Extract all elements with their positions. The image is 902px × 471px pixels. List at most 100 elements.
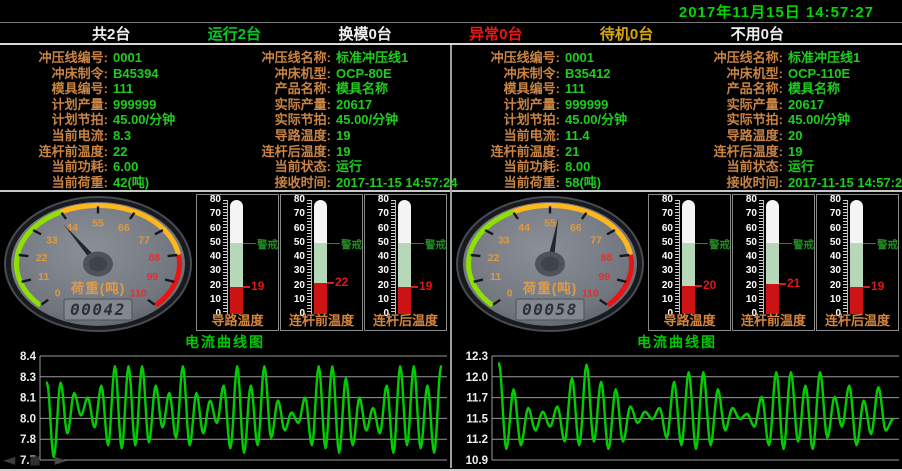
info-label: 计划产量:: [0, 97, 108, 113]
current-curve-chart: 电流曲线图 12.312.011.711.511.210.9: [452, 334, 902, 470]
warn-label: 警戒: [709, 237, 730, 252]
thermo-tick-strip: [759, 200, 764, 314]
chart-scroll-controls: ◄ ■ ►: [3, 453, 67, 467]
thermometer-panel: 80706050403020100警戒19连杆后温度: [816, 194, 899, 331]
info-value: 999999: [108, 97, 225, 113]
warn-line: [779, 243, 792, 244]
thermo-scale-label: 40: [294, 252, 305, 262]
info-value: OCP-80E: [331, 66, 457, 82]
info-value: 0001: [108, 50, 225, 66]
gauge-tick: [19, 255, 29, 256]
thermo-scale-label: 60: [662, 224, 673, 234]
thermo-scale-label: 60: [210, 224, 221, 234]
meters-row: 0112233445566778899110 荷重(吨) 00058 80706…: [452, 192, 902, 334]
gauge-unit-label: 荷重(吨): [522, 280, 578, 296]
gauge-tick-label: 44: [518, 222, 530, 234]
thermo-scale-label: 70: [378, 209, 389, 219]
info-label: 连杆前温度:: [0, 144, 108, 160]
chart-scroll-right-icon[interactable]: ►: [55, 453, 67, 467]
thermo-scale-label: 60: [830, 224, 841, 234]
info-label: 连杆后温度:: [225, 144, 331, 160]
gauge-tick-label: 77: [590, 234, 602, 246]
gauge-tick-label: 88: [600, 252, 612, 264]
thermo-scale-label: 20: [746, 281, 757, 291]
status-item-2: 换模0台: [338, 23, 391, 44]
info-value: 运行: [783, 159, 902, 175]
info-value: 22: [108, 144, 225, 160]
thermo-scale-label: 70: [294, 209, 305, 219]
gauge-tick-label: 88: [148, 252, 160, 264]
warn-line: [695, 243, 708, 244]
info-label: 实际产量:: [677, 97, 783, 113]
info-value: OCP-110E: [783, 66, 902, 82]
info-value: 11.4: [560, 128, 677, 144]
info-value: 45.00/分钟: [108, 112, 225, 128]
info-label: 实际节拍:: [225, 112, 331, 128]
gauge-svg: 0112233445566778899110 荷重(吨) 00042: [3, 194, 193, 332]
gauge-tick-label: 66: [570, 222, 582, 234]
thermo-scale-label: 80: [662, 195, 673, 205]
info-grid: 冲压线编号:0001冲压线名称:标准冲压线1冲床制令:B45394冲床机型:OC…: [0, 45, 450, 192]
thermometer-tube: [230, 200, 243, 314]
info-label: 实际节拍:: [677, 112, 783, 128]
thermo-scale: 80706050403020100: [651, 195, 673, 319]
info-label: 当前荷重:: [0, 175, 108, 191]
thermo-scale: 80706050403020100: [199, 195, 221, 319]
thermo-name-label: 导路温度: [197, 310, 278, 329]
y-axis-label: 11.2: [466, 434, 488, 446]
info-value: 111: [560, 81, 677, 97]
info-label: 模具编号:: [0, 81, 108, 97]
status-item-0: 共2台: [92, 23, 130, 44]
info-label: 冲压线名称:: [677, 50, 783, 66]
thermo-scale-label: 20: [210, 281, 221, 291]
y-axis-label: 11.7: [466, 393, 488, 405]
chart-scroll-left-icon[interactable]: ◄: [3, 453, 15, 467]
thermo-tick-strip: [675, 200, 680, 314]
thermo-scale-label: 30: [830, 266, 841, 276]
gauge-tick-label: 44: [66, 222, 78, 234]
info-label: 当前电流:: [452, 128, 560, 144]
thermo-value-tick: [695, 285, 702, 287]
info-label: 当前荷重:: [452, 175, 560, 191]
info-label: 冲压线名称:: [225, 50, 331, 66]
y-axis-label: 12.3: [466, 351, 488, 363]
thermo-name-label: 连杆后温度: [817, 310, 898, 329]
y-axis-label: 8.0: [20, 413, 36, 425]
info-value: 21: [560, 144, 677, 160]
warn-line: [243, 243, 256, 244]
chart-title: 电流曲线图: [0, 334, 450, 351]
info-label: 产品名称:: [677, 81, 783, 97]
info-value: 模具名称: [783, 81, 902, 97]
thermo-value-label: 22: [335, 275, 348, 289]
info-value: 58(吨): [560, 175, 677, 191]
thermo-scale-label: 10: [830, 295, 841, 305]
status-bar: 共2台运行2台换模0台异常0台待机0台不用0台: [0, 23, 902, 45]
info-value: 999999: [560, 97, 677, 113]
thermo-scale-label: 80: [378, 195, 389, 205]
thermo-scale-label: 50: [662, 238, 673, 248]
thermo-value-tick: [411, 286, 418, 288]
chart-plot: 8.48.38.18.07.87.7: [0, 351, 450, 468]
info-label: 冲压线编号:: [0, 50, 108, 66]
info-value: 20617: [783, 97, 902, 113]
chart-title: 电流曲线图: [452, 334, 902, 351]
thermo-value-tick: [327, 282, 334, 284]
thermo-normal-zone: [766, 243, 779, 284]
thermo-scale-label: 60: [378, 224, 389, 234]
gauge-tick-label: 33: [498, 234, 510, 246]
info-value: 运行: [331, 159, 457, 175]
thermo-scale-label: 40: [746, 252, 757, 262]
thermo-scale-label: 50: [294, 238, 305, 248]
gauge-hub-center: [89, 257, 107, 272]
gauge-tick: [168, 255, 178, 256]
thermometers: 80706050403020100警戒19导路温度807060504030201…: [196, 192, 450, 334]
info-label: 当前功耗:: [452, 159, 560, 175]
info-label: 当前状态:: [225, 159, 331, 175]
warn-label: 警戒: [425, 237, 446, 252]
gauge-tick-label: 33: [46, 234, 58, 246]
info-value: 标准冲压线1: [783, 50, 902, 66]
info-label: 模具编号:: [452, 81, 560, 97]
thermo-scale-label: 10: [294, 295, 305, 305]
chart-scroll-box-icon[interactable]: ■: [29, 453, 40, 467]
thermo-scale-label: 30: [210, 266, 221, 276]
